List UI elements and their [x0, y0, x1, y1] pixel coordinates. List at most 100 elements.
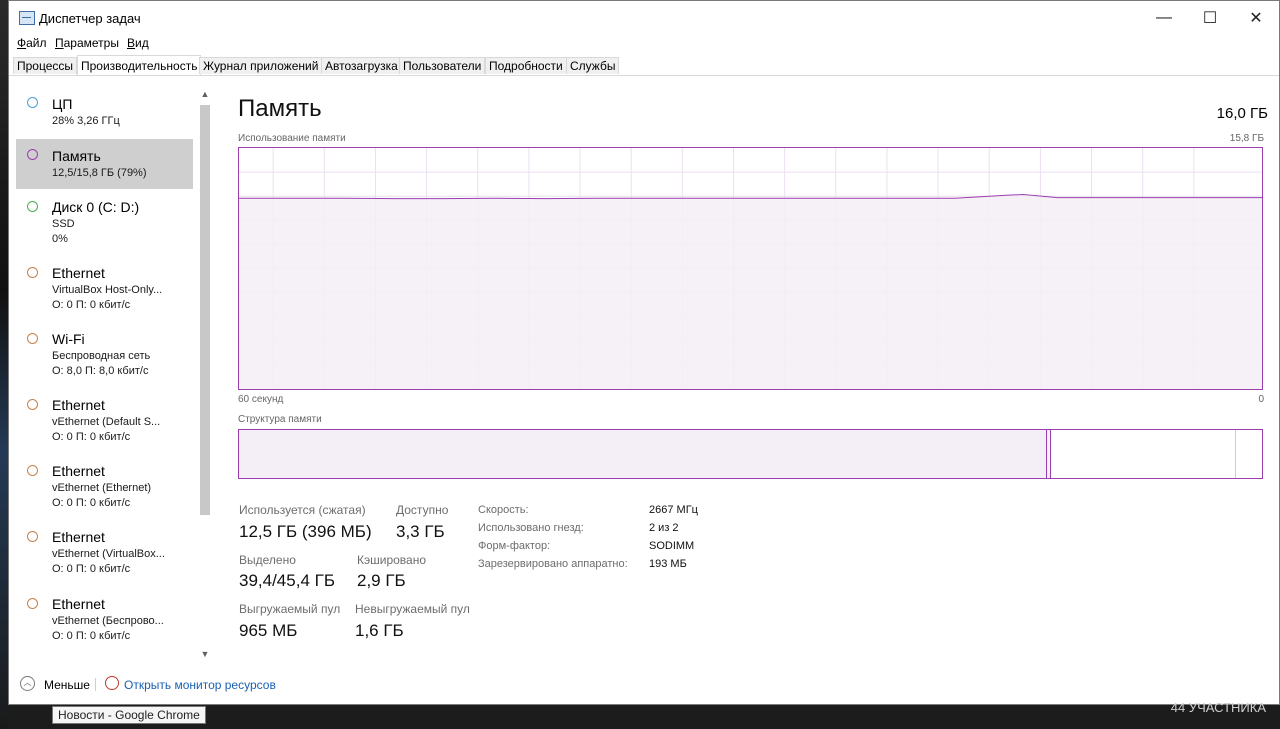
sidebar-item-line1: vEthernet (VirtualBox... [52, 548, 165, 560]
sidebar-item-title: Ethernet [52, 529, 105, 545]
slots-value: 2 из 2 [649, 522, 679, 534]
usage-chart-max: 15,8 ГБ [1229, 133, 1264, 144]
sidebar-item-line2: О: 0 П: 0 кбит/с [52, 563, 131, 575]
menu-bar: Файл Параметры Вид [9, 35, 1279, 53]
participants-count: 44 УЧАСТНИКА [1170, 700, 1266, 715]
sidebar-item-memory[interactable]: Память 12,5/15,8 ГБ (79%) [16, 139, 193, 189]
reserved-label: Зарезервировано аппаратно: [478, 558, 628, 570]
sidebar-item-line2: О: 8,0 П: 8,0 кбит/с [52, 365, 149, 377]
window-title: Диспетчер задач [39, 11, 141, 26]
close-button[interactable]: ✕ [1233, 1, 1279, 35]
usage-chart-label: Использование памяти [238, 133, 346, 144]
speed-value: 2667 МГц [649, 504, 698, 516]
tab-performance[interactable]: Производительность [77, 55, 202, 75]
paged-pool-value: 965 МБ [239, 621, 298, 640]
tab-startup[interactable]: Автозагрузка [321, 57, 402, 74]
open-resource-monitor-link[interactable]: Открыть монитор ресурсов [124, 678, 276, 692]
sidebar-item-cpu[interactable]: ЦП 28% 3,26 ГГц [16, 85, 193, 133]
resource-monitor-icon[interactable] [105, 676, 119, 690]
slots-label: Использовано гнезд: [478, 522, 584, 534]
tab-bar: Процессы Производительность Журнал прило… [9, 55, 1279, 76]
sidebar-item-ethernet[interactable]: Ethernet vEthernet (Default S... О: 0 П:… [16, 393, 193, 453]
composition-in-use[interactable] [239, 430, 1048, 478]
available-label: Доступно [396, 503, 449, 517]
paged-pool-label: Выгружаемый пул [239, 602, 341, 616]
tab-services[interactable]: Службы [566, 57, 620, 74]
memory-usage-svg [239, 148, 1262, 389]
sidebar-item-line2: О: 0 П: 0 кбит/с [52, 299, 131, 311]
cached-value: 2,9 ГБ [357, 571, 406, 590]
sidebar-scrollbar[interactable]: ▲ ▼ [198, 85, 212, 663]
committed-value: 39,4/45,4 ГБ [239, 571, 335, 590]
committed-label: Выделено [239, 553, 296, 567]
memory-usage-area [239, 194, 1262, 389]
sidebar-item-line1: 28% 3,26 ГГц [52, 115, 120, 127]
chevron-up-circle-icon[interactable]: ︿ [20, 676, 35, 691]
sidebar-item-line1: vEthernet (Беспрово... [52, 615, 164, 627]
footer-divider [95, 678, 96, 691]
sidebar-item-title: Ethernet [52, 397, 105, 413]
sidebar-item-ethernet[interactable]: Ethernet vEthernet (Ethernet) О: 0 П: 0 … [16, 459, 193, 519]
scroll-down-icon[interactable]: ▼ [198, 647, 212, 661]
in-use-value: 12,5 ГБ (396 МБ) [239, 522, 372, 541]
page-title: Память [238, 95, 322, 122]
tab-processes[interactable]: Процессы [13, 57, 78, 74]
cached-label: Кэшировано [357, 553, 427, 567]
composition-free[interactable] [1236, 430, 1262, 478]
network-indicator-icon [27, 598, 38, 609]
scroll-up-icon[interactable]: ▲ [198, 87, 212, 101]
sidebar-item-title: ЦП [52, 96, 73, 112]
minimize-button[interactable]: — [1141, 1, 1187, 35]
form-factor-value: SODIMM [649, 540, 695, 552]
maximize-button[interactable]: ☐ [1187, 1, 1233, 35]
form-factor-label: Форм-фактор: [478, 540, 551, 552]
nonpaged-pool-value: 1,6 ГБ [355, 621, 404, 640]
composition-standby[interactable] [1051, 430, 1237, 478]
performance-panel: Память 16,0 ГБ Использование памяти 15,8… [238, 77, 1268, 667]
nonpaged-pool-label: Невыгружаемый пул [355, 602, 470, 616]
task-manager-window: Диспетчер задач — ☐ ✕ Файл Параметры Вид… [8, 0, 1280, 705]
network-indicator-icon [27, 531, 38, 542]
tab-details[interactable]: Подробности [485, 57, 567, 74]
sidebar-item-ethernet[interactable]: Ethernet vEthernet (VirtualBox... О: 0 П… [16, 525, 193, 585]
menu-options[interactable]: Параметры [55, 36, 119, 50]
resource-sidebar: ЦП 28% 3,26 ГГц Память 12,5/15,8 ГБ (79%… [9, 77, 213, 663]
tab-users[interactable]: Пользователи [399, 57, 486, 74]
scrollbar-thumb[interactable] [200, 105, 210, 515]
sidebar-item-title: Ethernet [52, 265, 105, 281]
sidebar-item-line1: vEthernet (Ethernet) [52, 482, 152, 494]
network-indicator-icon [27, 267, 38, 278]
task-manager-icon [19, 11, 35, 25]
sidebar-item-title: Память [52, 148, 101, 164]
sidebar-item-title: Диск 0 (C: D:) [52, 199, 140, 215]
sidebar-item-disk[interactable]: Диск 0 (C: D:) SSD 0% [16, 193, 193, 253]
x-axis-left-label: 60 секунд [238, 394, 284, 405]
cpu-indicator-icon [27, 97, 38, 108]
memory-composition-bar [238, 429, 1263, 479]
fewer-details-button[interactable]: Меньше [44, 678, 90, 692]
taskbar-tooltip: Новости - Google Chrome [52, 706, 206, 724]
sidebar-item-line2: О: 0 П: 0 кбит/с [52, 431, 131, 443]
memory-usage-chart [238, 147, 1263, 390]
sidebar-item-line2: О: 0 П: 0 кбит/с [52, 497, 131, 509]
sidebar-item-title: Ethernet [52, 463, 105, 479]
title-bar[interactable]: Диспетчер задач — ☐ ✕ [9, 1, 1279, 35]
sidebar-item-ethernet[interactable]: Ethernet VirtualBox Host-Only... О: 0 П:… [16, 261, 193, 321]
speed-label: Скорость: [478, 504, 529, 516]
sidebar-item-ethernet[interactable]: Ethernet vEthernet (Беспрово... О: 0 П: … [16, 592, 193, 652]
sidebar-item-wifi[interactable]: Wi-Fi Беспроводная сеть О: 8,0 П: 8,0 кб… [16, 327, 193, 387]
footer-bar: ︿ Меньше Открыть монитор ресурсов [9, 673, 1279, 699]
network-indicator-icon [27, 399, 38, 410]
tab-app-history[interactable]: Журнал приложений [199, 57, 323, 74]
available-value: 3,3 ГБ [396, 522, 445, 541]
menu-file[interactable]: Файл [17, 36, 47, 50]
memory-total: 16,0 ГБ [1216, 105, 1268, 122]
composition-label: Структура памяти [238, 414, 322, 425]
x-axis-right-label: 0 [1258, 394, 1264, 405]
disk-indicator-icon [27, 201, 38, 212]
sidebar-item-line1: VirtualBox Host-Only... [52, 284, 163, 296]
menu-view[interactable]: Вид [127, 36, 149, 50]
network-indicator-icon [27, 465, 38, 476]
sidebar-item-line2: О: 0 П: 0 кбит/с [52, 630, 131, 642]
sidebar-item-line1: vEthernet (Default S... [52, 416, 161, 428]
